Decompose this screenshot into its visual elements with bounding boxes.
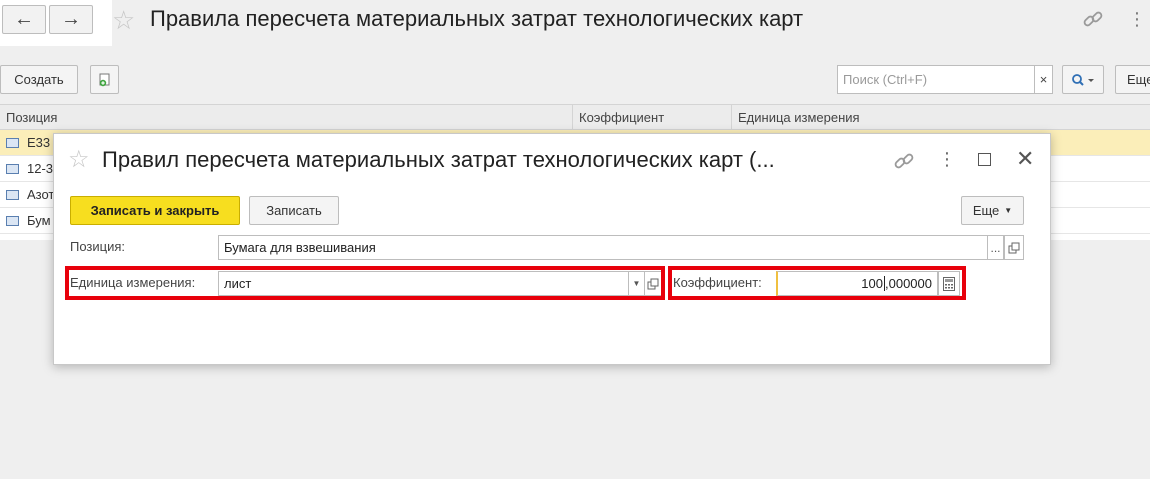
forward-button[interactable]: → [49,5,93,34]
record-icon [6,216,19,226]
link-icon[interactable] [893,150,915,175]
search-input[interactable]: Поиск (Ctrl+F) [837,65,1034,94]
chevron-down-icon: ▼ [1004,206,1013,215]
row-position: Бум [27,213,51,228]
column-header-unit[interactable]: Единица измерения [738,110,860,125]
copy-icon [99,73,109,86]
back-button[interactable]: ← [2,5,46,34]
nav-group: ← → [0,0,112,46]
arrow-right-icon: → [61,8,81,30]
maximize-icon[interactable] [978,153,991,166]
search-clear-button[interactable]: × [1034,65,1053,94]
dialog-more-button[interactable]: Еще ▼ [961,196,1024,225]
list-header: Позиция Коэффициент Единица измерения [0,104,1150,130]
column-divider [731,105,732,130]
position-field[interactable]: Бумага для взвешивания [218,235,988,260]
position-label: Позиция: [70,239,126,254]
more-button[interactable]: Еще [1115,65,1150,94]
column-divider [572,105,573,130]
column-header-position[interactable]: Позиция [6,110,57,125]
search-button[interactable] [1062,65,1104,94]
page-title: Правила пересчета материальных затрат те… [150,6,804,31]
more-vertical-icon[interactable]: ⋮ [938,148,956,170]
dialog-more-label: Еще [972,203,1000,218]
record-icon [6,164,19,174]
search-icon [1072,73,1094,86]
row-position: 12-3 [27,161,54,176]
create-button[interactable]: Создать [0,65,78,94]
arrow-left-icon: ← [14,8,34,30]
link-icon[interactable] [1082,8,1104,33]
save-button[interactable]: Записать [249,196,339,225]
row-position: Азот [27,187,55,202]
copy-button[interactable] [90,65,119,94]
row-position: E33 [27,135,51,150]
coefficient-highlight-box [668,266,966,300]
column-header-coefficient[interactable]: Коэффициент [579,110,664,125]
open-icon [1008,242,1020,253]
save-and-close-button[interactable]: Записать и закрыть [70,196,240,225]
edit-dialog: ☆ Правил пересчета материальных затрат т… [53,133,1051,365]
position-select-button[interactable]: ... [987,235,1004,260]
dialog-title: Правил пересчета материальных затрат тех… [102,147,775,172]
unit-highlight-box [65,266,665,300]
more-vertical-icon[interactable]: ⋮ [1128,8,1146,30]
close-icon[interactable]: ✕ [1016,147,1034,171]
favorite-star-icon[interactable]: ☆ [68,146,90,174]
record-icon [6,190,19,200]
favorite-star-icon[interactable]: ☆ [112,5,135,35]
position-open-button[interactable] [1004,235,1024,260]
record-icon [6,138,19,148]
